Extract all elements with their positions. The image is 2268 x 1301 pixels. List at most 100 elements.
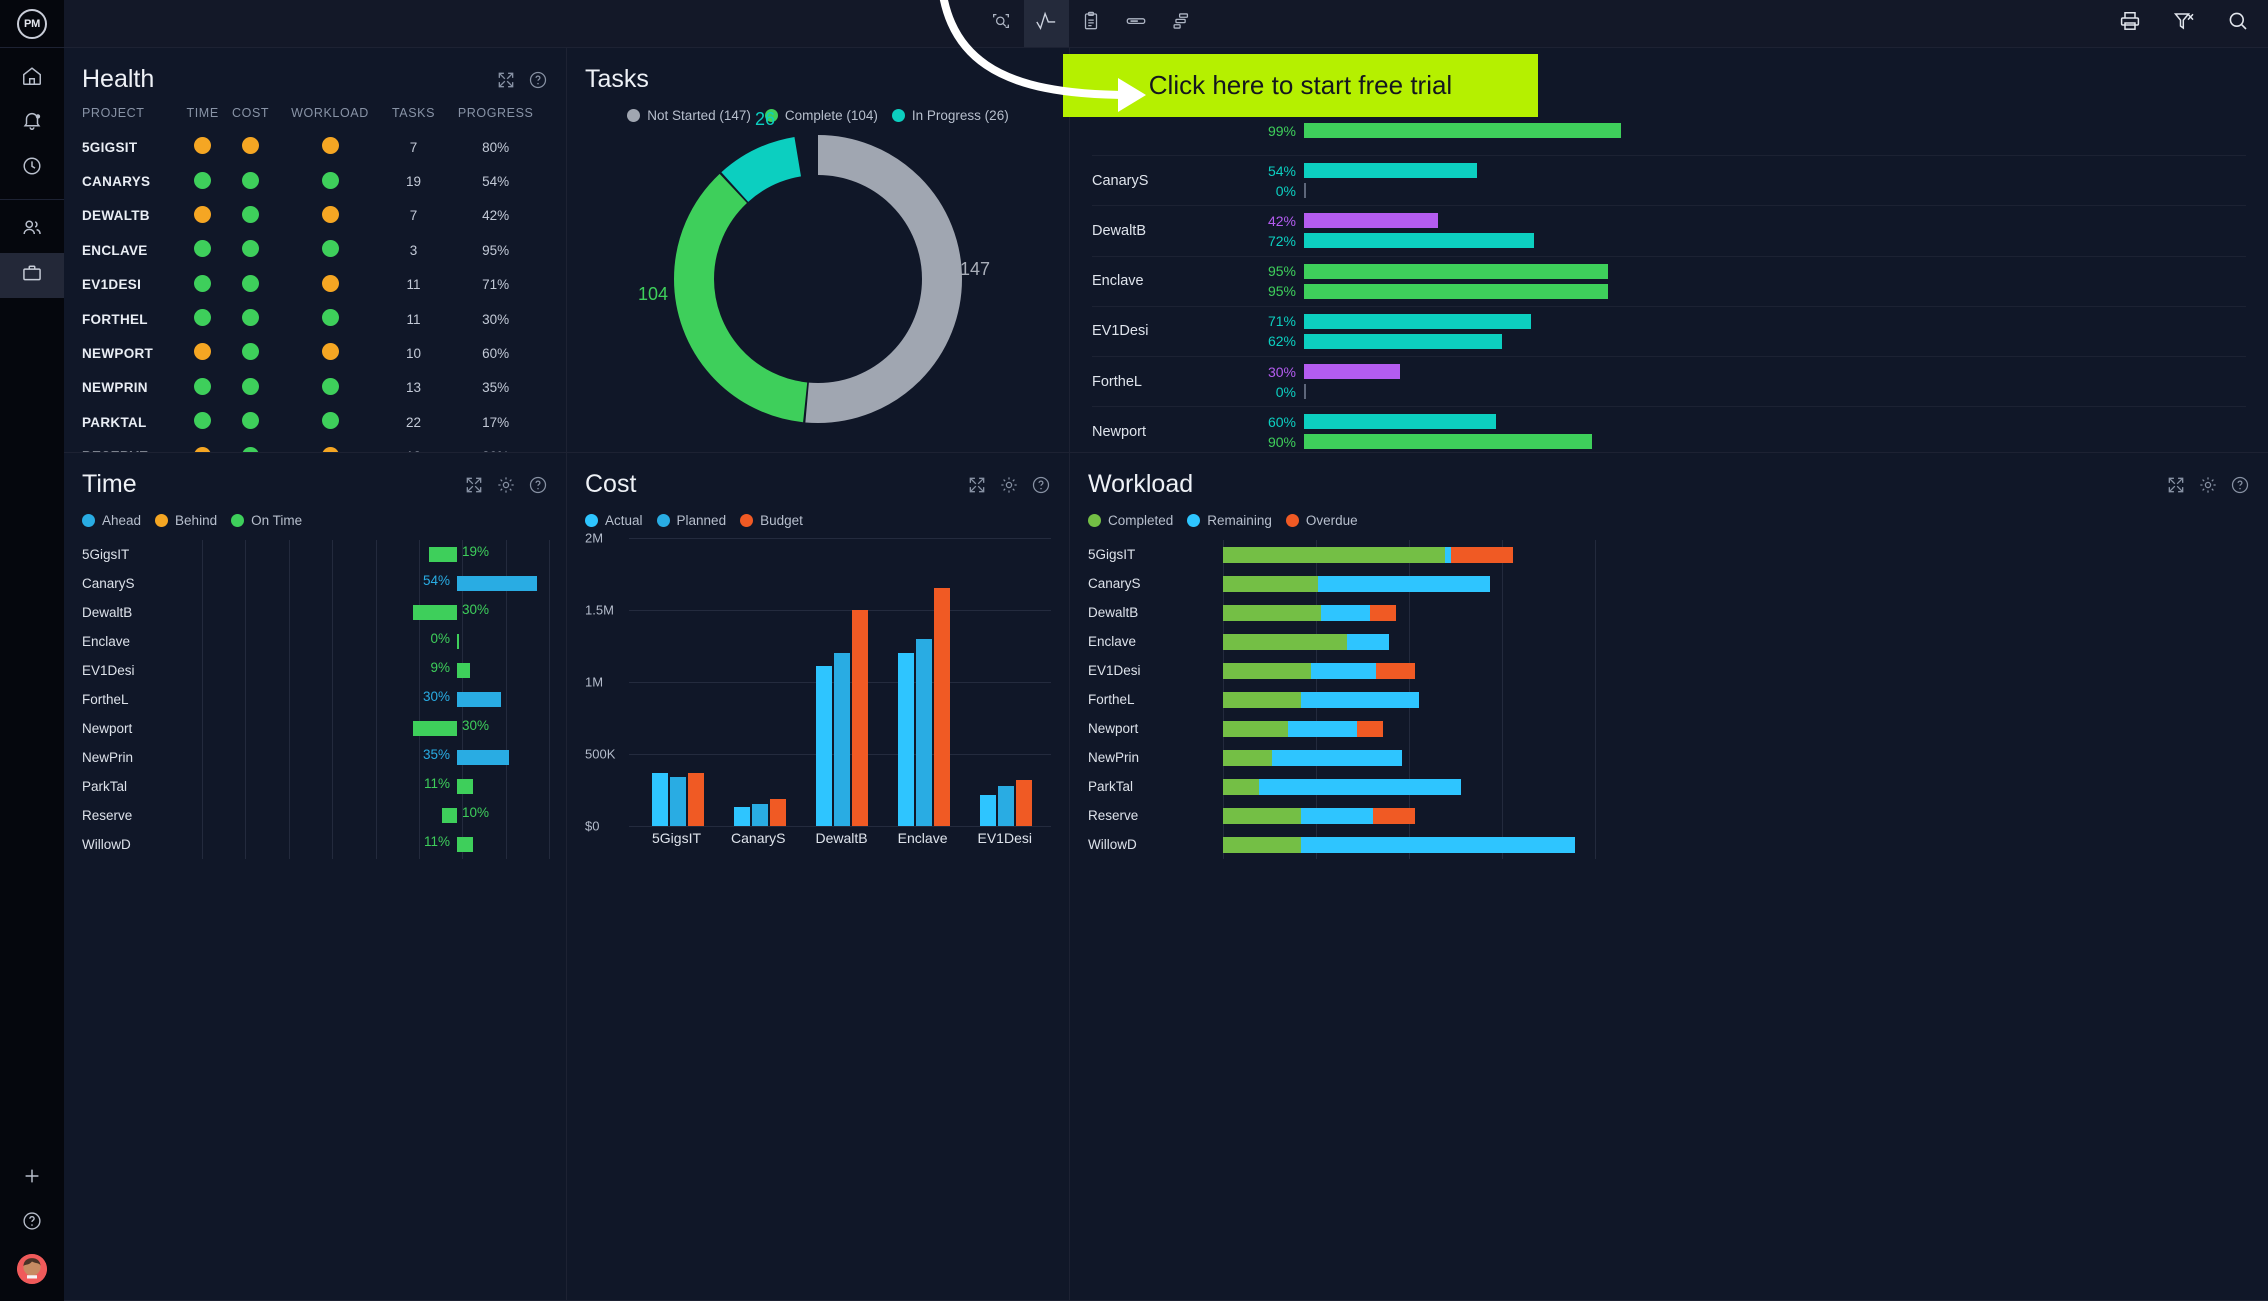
workload-bar-track xyxy=(1223,540,2250,569)
time-row[interactable]: FortheL 30% xyxy=(82,685,548,714)
time-row[interactable]: EV1Desi 9% xyxy=(82,656,548,685)
table-row[interactable]: RESERVE 1339% xyxy=(82,439,548,452)
cost-bar-group[interactable] xyxy=(816,538,868,826)
legend-item[interactable]: Behind xyxy=(155,513,217,528)
gear-icon[interactable] xyxy=(496,475,516,495)
clear-filter-button[interactable] xyxy=(2172,9,2196,38)
time-row[interactable]: WillowD 11% xyxy=(82,830,548,859)
legend-item[interactable]: Budget xyxy=(740,513,803,528)
sidebar-item-people[interactable] xyxy=(0,208,64,253)
table-row[interactable]: EV1DESI 11 71% xyxy=(82,268,548,302)
workload-row[interactable]: DewaltB xyxy=(1088,598,2250,627)
legend-item[interactable]: On Time xyxy=(231,513,302,528)
progress-row[interactable]: Enclave 95% 95% xyxy=(1092,257,2246,307)
help-icon[interactable] xyxy=(1031,475,1051,495)
time-row[interactable]: DewaltB 30% xyxy=(82,598,548,627)
legend-item[interactable]: Ahead xyxy=(82,513,141,528)
tab-overview[interactable] xyxy=(979,0,1024,47)
tab-gantt[interactable] xyxy=(1159,0,1204,47)
gear-icon[interactable] xyxy=(2198,475,2218,495)
health-cost-status xyxy=(225,302,276,336)
cost-bar-group[interactable] xyxy=(652,538,704,826)
workload-row[interactable]: FortheL xyxy=(1088,685,2250,714)
cost-bar-group[interactable] xyxy=(898,538,950,826)
tab-reports[interactable] xyxy=(1069,0,1114,47)
legend-item[interactable]: Not Started (147) xyxy=(627,108,751,123)
table-row[interactable]: FORTHEL 11 30% xyxy=(82,302,548,336)
time-row[interactable]: CanaryS 54% xyxy=(82,569,548,598)
progress-row[interactable]: Newport 60% 90% xyxy=(1092,407,2246,452)
sidebar-item-home[interactable] xyxy=(0,56,64,101)
legend-item[interactable]: Complete (104) xyxy=(764,108,878,123)
health-project: RESERVE xyxy=(82,439,180,452)
workload-row[interactable]: NewPrin xyxy=(1088,743,2250,772)
gear-icon[interactable] xyxy=(999,475,1019,495)
workload-row[interactable]: Enclave xyxy=(1088,627,2250,656)
tab-timeline[interactable] xyxy=(1114,0,1159,47)
progress-row[interactable]: FortheL 30% 0% xyxy=(1092,357,2246,408)
legend-dot xyxy=(585,514,598,527)
sidebar-item-add[interactable] xyxy=(0,1156,64,1201)
search-button[interactable] xyxy=(2226,9,2250,38)
tab-dashboard[interactable] xyxy=(1023,0,1069,47)
help-icon[interactable] xyxy=(528,70,548,90)
time-row[interactable]: ParkTal 11% xyxy=(82,772,548,801)
legend-item[interactable]: Actual xyxy=(585,513,643,528)
workload-row[interactable]: ParkTal xyxy=(1088,772,2250,801)
time-row[interactable]: 5GigsIT 19% xyxy=(82,540,548,569)
legend-item[interactable]: Overdue xyxy=(1285,513,1358,528)
status-dot xyxy=(321,274,339,292)
workload-segment xyxy=(1223,547,1445,563)
sidebar-item-notifications[interactable] xyxy=(0,101,64,146)
progress-row[interactable]: EV1Desi 71% 62% xyxy=(1092,307,2246,357)
time-row[interactable]: Enclave 0% xyxy=(82,627,548,656)
workload-row[interactable]: Reserve xyxy=(1088,801,2250,830)
time-project-name: Reserve xyxy=(82,808,133,823)
table-row[interactable]: CANARYS 19 54% xyxy=(82,164,548,198)
workload-legend: Completed Remaining Overdue xyxy=(1088,513,2250,528)
health-tbody: 5GIGSIT 7 80% CANARYS 19 54% DEWALTB 7 42% ENCLAV… xyxy=(82,130,548,452)
status-dot xyxy=(194,171,212,189)
sidebar-item-projects[interactable] xyxy=(0,253,64,298)
progress-bar-zero xyxy=(1304,384,1306,400)
progress-row[interactable]: DewaltB 42% 72% xyxy=(1092,206,2246,257)
workload-row[interactable]: EV1Desi xyxy=(1088,656,2250,685)
legend-item[interactable]: Remaining xyxy=(1187,513,1272,528)
progress-percent: 90% xyxy=(1267,433,1296,450)
sidebar-item-recent[interactable] xyxy=(0,146,64,191)
print-button[interactable] xyxy=(2118,9,2142,38)
help-icon[interactable] xyxy=(2230,475,2250,495)
workload-row[interactable]: CanaryS xyxy=(1088,569,2250,598)
help-icon[interactable] xyxy=(528,475,548,495)
app-logo[interactable]: PM xyxy=(0,0,64,48)
progress-row[interactable]: CanaryS 54% 0% xyxy=(1092,156,2246,207)
sidebar-item-help[interactable] xyxy=(0,1201,64,1246)
cost-bar-group[interactable] xyxy=(980,538,1032,826)
time-legend: Ahead Behind On Time xyxy=(82,513,548,528)
expand-icon[interactable] xyxy=(2166,475,2186,495)
cost-bar xyxy=(834,653,850,826)
time-row[interactable]: Reserve 10% xyxy=(82,801,548,830)
sidebar-item-account[interactable] xyxy=(0,1246,64,1291)
expand-icon[interactable] xyxy=(967,475,987,495)
start-free-trial-button[interactable]: Click here to start free trial xyxy=(1063,54,1538,117)
workload-row[interactable]: WillowD xyxy=(1088,830,2250,859)
table-row[interactable]: NEWPRIN 13 35% xyxy=(82,371,548,405)
time-row[interactable]: NewPrin 35% xyxy=(82,743,548,772)
workload-row[interactable]: 5GigsIT xyxy=(1088,540,2250,569)
progress-line: 0% xyxy=(1252,382,2246,402)
table-row[interactable]: DEWALTB 7 42% xyxy=(82,199,548,233)
table-row[interactable]: NEWPORT 10 60% xyxy=(82,336,548,370)
table-row[interactable]: PARKTAL 22 17% xyxy=(82,405,548,439)
workload-row[interactable]: Newport xyxy=(1088,714,2250,743)
time-row[interactable]: Newport 30% xyxy=(82,714,548,743)
table-row[interactable]: 5GIGSIT 7 80% xyxy=(82,130,548,164)
legend-item[interactable]: Completed xyxy=(1088,513,1173,528)
legend-item[interactable]: In Progress (26) xyxy=(891,108,1009,123)
expand-icon[interactable] xyxy=(464,475,484,495)
cost-bar-group[interactable] xyxy=(734,538,786,826)
legend-item[interactable]: Planned xyxy=(656,513,726,528)
progress-bar xyxy=(1304,434,1592,450)
table-row[interactable]: ENCLAVE 3 95% xyxy=(82,233,548,267)
expand-icon[interactable] xyxy=(496,70,516,90)
